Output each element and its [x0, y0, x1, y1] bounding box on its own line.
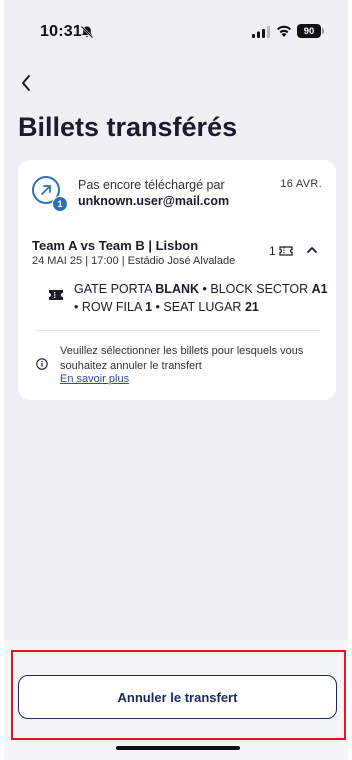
gate-value: BLANK: [155, 282, 200, 296]
ticket-count-value: 1: [269, 244, 276, 258]
learn-more-link[interactable]: En savoir plus: [60, 373, 129, 385]
battery-icon: 90: [297, 24, 324, 38]
ticket-count: 1: [269, 244, 293, 258]
seat-ticket-icon: [49, 290, 63, 300]
gate-label: GATE PORTA: [74, 282, 152, 296]
separator: •: [74, 300, 79, 314]
divider: [36, 330, 320, 331]
count-badge: 1: [52, 196, 68, 212]
back-button[interactable]: [14, 70, 38, 96]
status-bar: 10:31 90: [4, 0, 348, 60]
arrow-up-right-icon: [41, 185, 51, 195]
transfer-status: Pas encore téléchargé par: [78, 178, 225, 192]
status-time: 10:31: [40, 23, 82, 40]
page-title: Billets transférés: [18, 112, 238, 142]
home-indicator: [116, 746, 240, 750]
separator: •: [155, 300, 160, 314]
signal-icon: [252, 26, 270, 38]
collapse-button[interactable]: [302, 240, 322, 260]
seat-value: 21: [244, 300, 259, 314]
block-label: BLOCK SECTOR: [210, 282, 309, 296]
wifi-icon: [277, 25, 291, 37]
bell-off-icon: [80, 25, 94, 39]
battery-level: 90: [303, 25, 315, 37]
transfer-card: 1 Pas encore téléchargé par unknown.user…: [18, 160, 336, 400]
ticket-icon: [279, 246, 293, 256]
chevron-up-icon: [307, 247, 317, 253]
block-value: A1: [311, 282, 328, 296]
seat-info-line-2: • ROW FILA 1 • SEAT LUGAR 21: [74, 300, 259, 314]
recipient-email: unknown.user@mail.com: [78, 194, 230, 208]
cancel-transfer-button[interactable]: Annuler le transfert: [18, 675, 337, 719]
seat-info-line-1: GATE PORTA BLANK • BLOCK SECTOR A1: [74, 282, 328, 296]
seat-label: SEAT LUGAR: [163, 300, 242, 314]
info-icon: [36, 358, 48, 370]
chevron-left-icon: [22, 75, 30, 91]
info-message: Veuillez sélectionner les billets pour l…: [60, 345, 304, 372]
event-details: 24 MAI 25 | 17:00 | Estádio José Alvalad…: [32, 255, 236, 267]
row-value: 1: [145, 300, 153, 314]
transfer-date: 16 AVR.: [280, 178, 322, 190]
event-title: Team A vs Team B | Lisbon: [32, 238, 199, 253]
row-label: ROW FILA: [81, 300, 142, 314]
separator: •: [202, 282, 207, 296]
screen: 10:31 90 Billets transférés 1 Pas encore…: [4, 0, 348, 760]
